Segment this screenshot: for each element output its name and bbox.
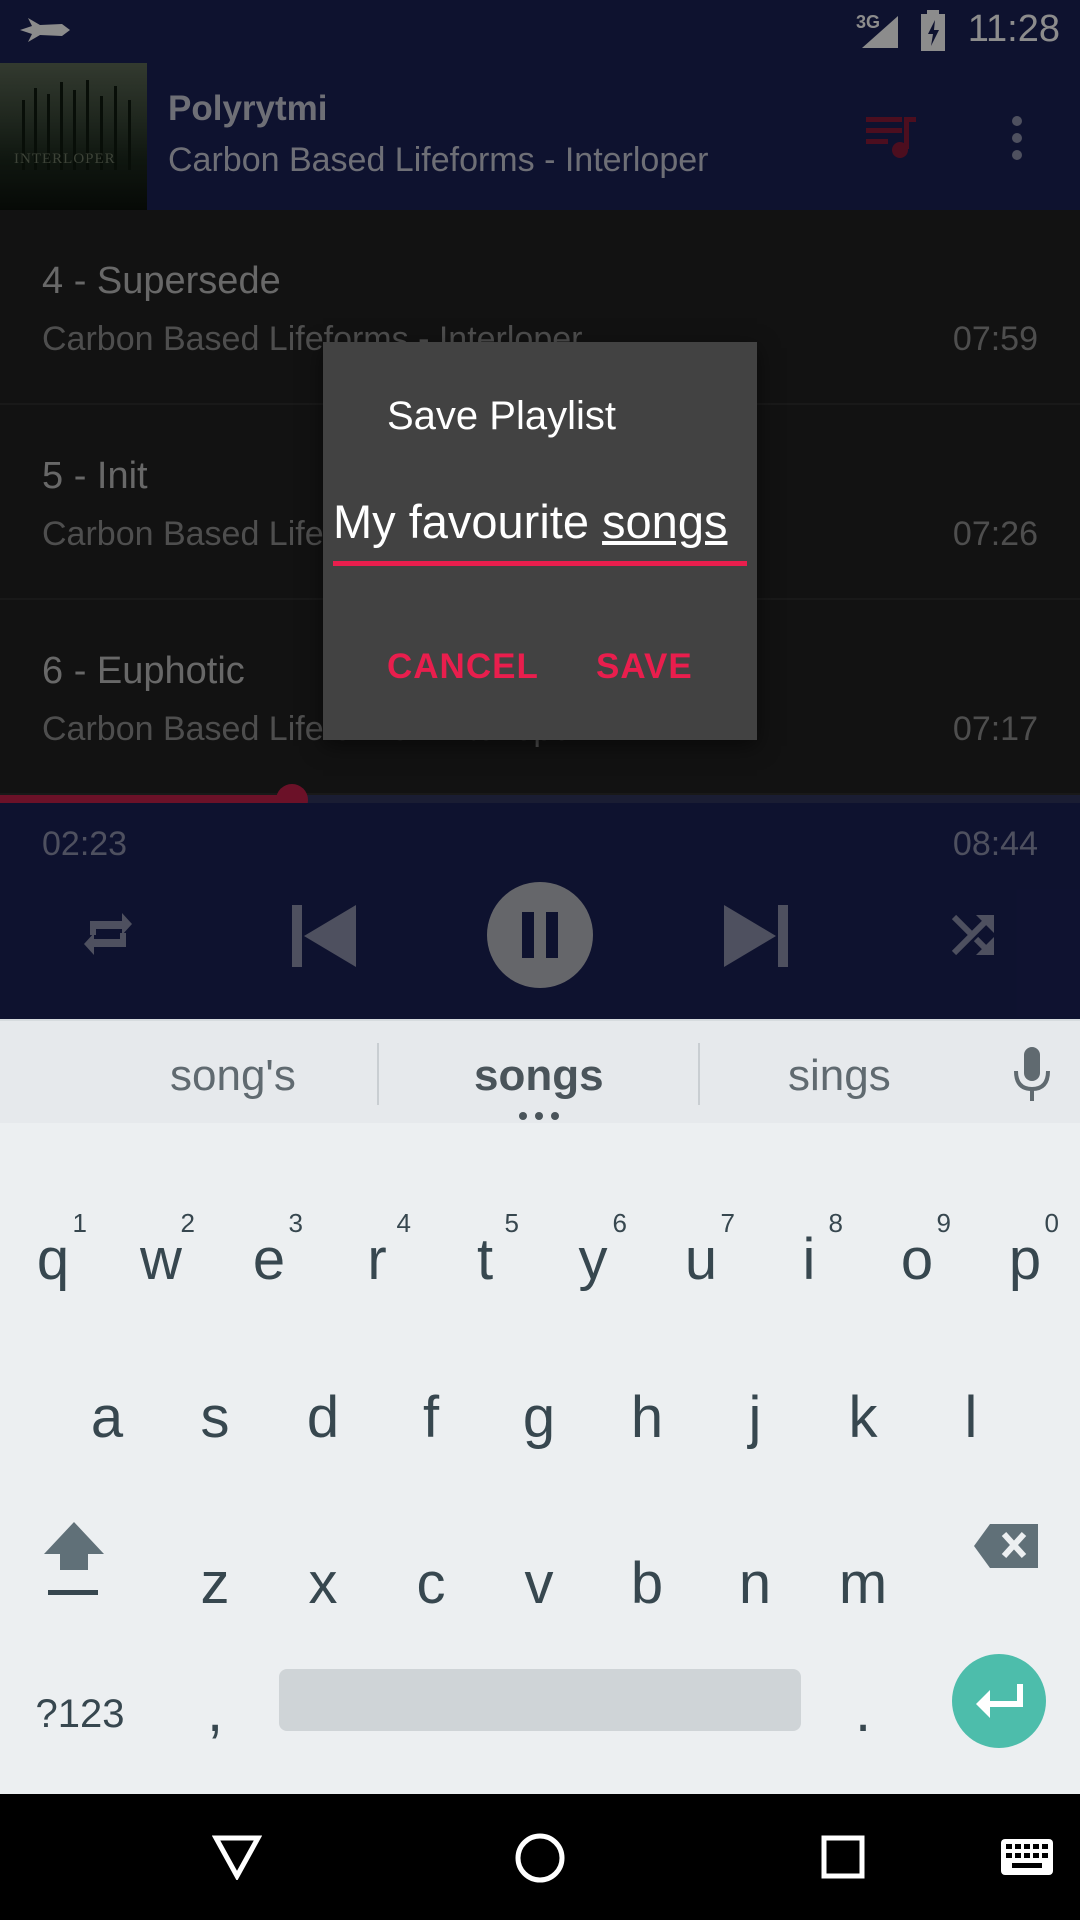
key-l[interactable]: l: [923, 1348, 1019, 1468]
key-label: n: [738, 1551, 772, 1616]
suggestion-strip: song's songs sings: [0, 1019, 1080, 1123]
enter-icon: [976, 1684, 1023, 1718]
key-k[interactable]: k: [815, 1348, 911, 1468]
key-o[interactable]: o9: [869, 1190, 965, 1310]
key-label: c: [416, 1551, 446, 1616]
key-label: d: [306, 1385, 340, 1450]
key-r[interactable]: r4: [329, 1190, 425, 1310]
backspace-key[interactable]: [958, 1480, 1068, 1600]
key-m[interactable]: m: [815, 1514, 911, 1634]
key-z[interactable]: z: [167, 1514, 263, 1634]
key-label: m: [838, 1551, 888, 1616]
key-i[interactable]: i8: [761, 1190, 857, 1310]
suggestion-divider: [377, 1043, 379, 1105]
key-hint: 0: [1044, 1208, 1059, 1238]
playlist-name-input[interactable]: My favourite songs: [333, 494, 747, 552]
key-hint: 4: [396, 1208, 411, 1238]
key-label: x: [308, 1551, 338, 1616]
key-s[interactable]: s: [167, 1348, 263, 1468]
key-y[interactable]: y6: [545, 1190, 641, 1310]
key-label: a: [90, 1385, 124, 1450]
key-p[interactable]: p0: [977, 1190, 1073, 1310]
cancel-button[interactable]: CANCEL: [387, 647, 539, 687]
key-label: v: [524, 1551, 554, 1616]
input-underline: [333, 561, 747, 566]
key-w[interactable]: w2: [113, 1190, 209, 1310]
space-bar[interactable]: [279, 1669, 801, 1731]
key-c[interactable]: c: [383, 1514, 479, 1634]
more-suggestions-icon[interactable]: [518, 1111, 560, 1121]
key-v[interactable]: v: [491, 1514, 587, 1634]
key-hint: 3: [288, 1208, 303, 1238]
key-hint: 6: [612, 1208, 627, 1238]
key-u[interactable]: u7: [653, 1190, 749, 1310]
comma-key[interactable]: ,: [167, 1648, 263, 1768]
key-hint: 5: [504, 1208, 519, 1238]
key-label: b: [630, 1551, 664, 1616]
back-icon[interactable]: [212, 1834, 262, 1880]
key-label: z: [200, 1551, 230, 1616]
recents-icon[interactable]: [820, 1834, 866, 1880]
save-playlist-dialog: Save Playlist My favourite songs CANCEL …: [323, 342, 757, 740]
suggestion-item-primary[interactable]: songs: [474, 1051, 604, 1101]
key-hint: 8: [828, 1208, 843, 1238]
key-x[interactable]: x: [275, 1514, 371, 1634]
key-e[interactable]: e3: [221, 1190, 317, 1310]
key-hint: 2: [180, 1208, 195, 1238]
key-label: s: [200, 1385, 230, 1450]
microphone-icon[interactable]: [1012, 1047, 1052, 1103]
shift-icon: [44, 1522, 104, 1595]
shift-key[interactable]: [26, 1480, 124, 1600]
navigation-bar: [0, 1794, 1080, 1920]
key-label: h: [630, 1385, 664, 1450]
input-text: My favourite: [333, 495, 603, 548]
suggestion-divider: [698, 1043, 700, 1105]
key-t[interactable]: t5: [437, 1190, 533, 1310]
key-g[interactable]: g: [491, 1348, 587, 1468]
key-label: k: [848, 1385, 878, 1450]
key-a[interactable]: a: [59, 1348, 155, 1468]
key-b[interactable]: b: [599, 1514, 695, 1634]
key-label: f: [422, 1385, 440, 1450]
key-f[interactable]: f: [383, 1348, 479, 1468]
input-composing-word: songs: [602, 495, 728, 548]
key-d[interactable]: d: [275, 1348, 371, 1468]
key-h[interactable]: h: [599, 1348, 695, 1468]
key-hint: 1: [72, 1208, 87, 1238]
key-hint: 9: [936, 1208, 951, 1238]
backspace-icon: [974, 1524, 1038, 1568]
key-j[interactable]: j: [707, 1348, 803, 1468]
key-label: g: [522, 1385, 556, 1450]
save-button[interactable]: SAVE: [596, 647, 693, 687]
key-n[interactable]: n: [707, 1514, 803, 1634]
period-key[interactable]: .: [815, 1648, 911, 1768]
enter-key[interactable]: [952, 1654, 1046, 1748]
symbols-key[interactable]: ?123: [20, 1648, 140, 1768]
suggestion-item[interactable]: song's: [170, 1051, 296, 1101]
key-label: l: [964, 1385, 978, 1450]
key-label: j: [748, 1385, 762, 1450]
dialog-title: Save Playlist: [387, 394, 616, 438]
suggestion-item[interactable]: sings: [788, 1051, 891, 1101]
keyboard: ?123 , . q1w2e3r4t5y6u7i8o9p0 a s d f g h j k l z x…: [0, 1123, 1080, 1794]
key-hint: 7: [720, 1208, 735, 1238]
key-q[interactable]: q1: [5, 1190, 101, 1310]
keyboard-switch-icon[interactable]: [1000, 1838, 1054, 1876]
home-icon[interactable]: [514, 1832, 566, 1884]
